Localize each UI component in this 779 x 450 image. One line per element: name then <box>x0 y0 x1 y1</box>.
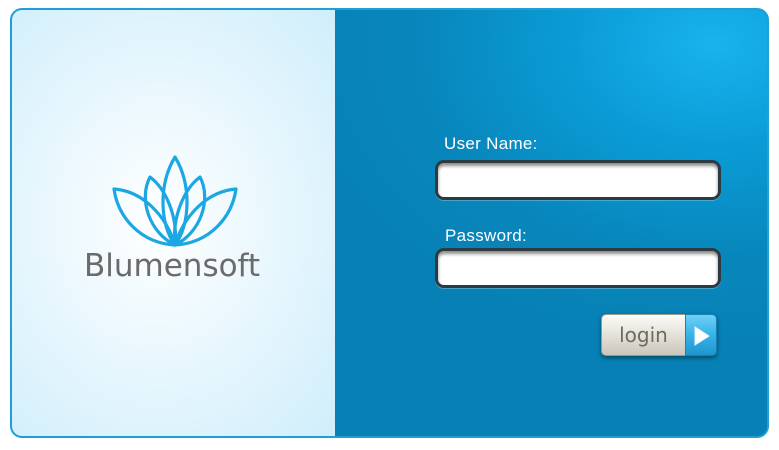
login-panel: User Name: Password: login <box>335 10 767 436</box>
username-input[interactable] <box>435 160 721 200</box>
brand-name: Blumensoft <box>84 248 261 284</box>
brand-panel: Blumensoft <box>12 10 335 436</box>
login-button[interactable]: login <box>601 314 717 356</box>
password-input[interactable] <box>435 248 721 288</box>
login-window: Blumensoft User Name: Password: login <box>10 8 769 438</box>
play-arrow-icon <box>694 326 710 346</box>
login-button-label: login <box>601 314 685 356</box>
password-label: Password: <box>445 226 528 245</box>
username-label: User Name: <box>444 134 538 153</box>
login-arrow <box>685 314 717 356</box>
lotus-icon <box>112 155 238 247</box>
